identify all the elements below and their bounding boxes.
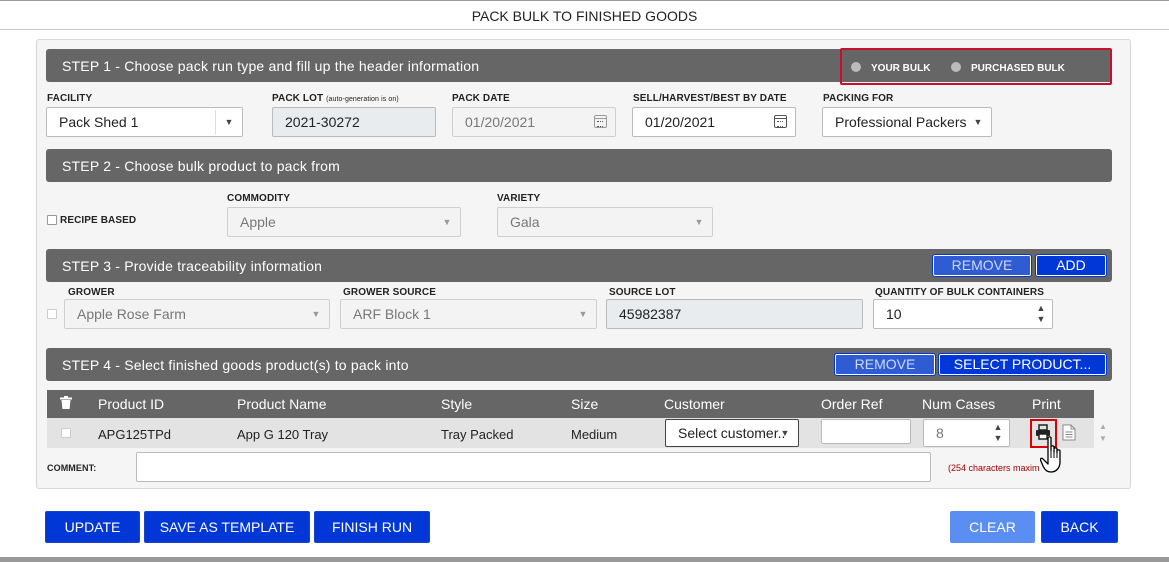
customer-select[interactable]: Select customer.. ▼ [665, 419, 799, 447]
comment-input[interactable] [136, 452, 931, 482]
row-style: Tray Packed [441, 427, 514, 442]
grower-label: GROWER [68, 287, 115, 298]
sell-date-label: SELL/HARVEST/BEST BY DATE [633, 93, 787, 104]
col-print: Print [1032, 396, 1061, 412]
customer-value: Select customer.. [678, 425, 786, 441]
qty-value: 10 [886, 306, 902, 322]
col-customer: Customer [664, 396, 725, 412]
num-cases-input[interactable]: 8 ▲ ▼ [923, 419, 1010, 447]
grower-select: Apple Rose Farm ▼ [64, 299, 330, 329]
save-as-template-button[interactable]: SAVE AS TEMPLATE [144, 511, 310, 543]
recipe-based-label: RECIPE BASED [60, 215, 137, 226]
step2-header: STEP 2 - Choose bulk product to pack fro… [46, 149, 1112, 182]
step4-remove-button[interactable]: REMOVE [834, 353, 936, 376]
products-table-header: Product ID Product Name Style Size Custo… [47, 390, 1094, 418]
facility-value: Pack Shed 1 [59, 114, 139, 130]
col-product-name: Product Name [237, 396, 327, 412]
radio-your-bulk-label: YOUR BULK [871, 63, 931, 74]
pack-date-field: 01/20/2021 [452, 107, 616, 137]
step4-title: STEP 4 - Select finished goods product(s… [62, 357, 409, 373]
chevron-down-icon: ▼ [311, 309, 321, 319]
pack-lot-note: (auto-generation is on) [326, 96, 399, 103]
chevron-down-icon: ▼ [973, 117, 983, 127]
finish-run-button[interactable]: FINISH RUN [314, 511, 430, 543]
pack-date-label: PACK DATE [452, 93, 510, 104]
grower-source-label: GROWER SOURCE [343, 287, 436, 298]
col-num-cases: Num Cases [922, 396, 996, 412]
pack-lot-label: PACK LOT (auto-generation is on) [272, 93, 399, 104]
col-style: Style [441, 396, 473, 412]
pack-lot-value: 2021-30272 [285, 114, 360, 130]
step3-remove-button[interactable]: REMOVE [932, 254, 1032, 277]
order-ref-input[interactable] [821, 419, 911, 444]
bottom-border [0, 557, 1169, 562]
grower-source-select: ARF Block 1 ▼ [340, 299, 597, 329]
title-divider [0, 29, 1169, 30]
chevron-down-icon: ▼ [578, 309, 588, 319]
sell-date-value: 01/20/2021 [645, 114, 716, 130]
page-title: PACK BULK TO FINISHED GOODS [471, 8, 698, 24]
grower-row-checkbox[interactable] [47, 309, 57, 319]
step2-title: STEP 2 - Choose bulk product to pack fro… [62, 158, 340, 174]
calendar-icon [594, 115, 607, 128]
spinner-arrows-icon[interactable]: ▲ ▼ [1036, 303, 1046, 325]
col-product-id: Product ID [98, 396, 165, 412]
row-product-id: APG125TPd [98, 427, 171, 442]
grower-source-value: ARF Block 1 [353, 306, 431, 322]
source-lot-label: SOURCE LOT [609, 287, 676, 298]
packing-for-label: PACKING FOR [823, 93, 894, 104]
pack-lot-label-text: PACK LOT [272, 93, 324, 104]
source-lot-value: 45982387 [619, 306, 682, 322]
radio-your-bulk[interactable]: YOUR BULK [851, 62, 930, 74]
variety-label: VARIETY [497, 193, 541, 204]
pack-lot-field: 2021-30272 [272, 107, 436, 137]
spinner-arrows-icon[interactable]: ▲ ▼ [993, 422, 1003, 444]
clear-button[interactable]: CLEAR [950, 511, 1035, 543]
variety-select: Gala ▼ [497, 207, 713, 237]
row-checkbox[interactable] [61, 428, 71, 438]
calendar-icon[interactable] [774, 115, 787, 128]
step1-title: STEP 1 - Choose pack run type and fill u… [62, 58, 480, 74]
qty-input[interactable]: 10 ▲ ▼ [873, 299, 1053, 329]
row-size: Medium [571, 427, 618, 442]
step3-title: STEP 3 - Provide traceability informatio… [62, 258, 323, 274]
commodity-value: Apple [240, 214, 276, 230]
comment-char-limit: (254 characters maxim [948, 463, 1040, 473]
comment-label: COMMENT: [47, 463, 97, 473]
radio-purchased-bulk-dot[interactable] [951, 62, 961, 72]
commodity-select: Apple ▼ [227, 207, 461, 237]
row-product-name: App G 120 Tray [237, 427, 329, 442]
chevron-down-icon: ▼ [442, 217, 452, 227]
back-button[interactable]: BACK [1041, 511, 1118, 543]
table-scroll-arrows-icon[interactable]: ▲ ▼ [1099, 421, 1107, 445]
chevron-down-icon: ▼ [694, 217, 704, 227]
qty-label: QUANTITY OF BULK CONTAINERS [875, 287, 1044, 298]
recipe-based-checkbox[interactable] [47, 215, 57, 225]
select-product-button[interactable]: SELECT PRODUCT... [938, 353, 1107, 376]
commodity-label: COMMODITY [227, 193, 291, 204]
radio-your-bulk-dot[interactable] [851, 62, 861, 72]
step3-add-button[interactable]: ADD [1035, 254, 1107, 277]
num-cases-value: 8 [936, 425, 944, 441]
chevron-down-icon: ▼ [780, 428, 790, 438]
packing-for-value: Professional Packers [835, 114, 967, 130]
col-size: Size [571, 396, 599, 412]
title-bar: PACK BULK TO FINISHED GOODS [0, 0, 1169, 31]
grower-value: Apple Rose Farm [77, 306, 186, 322]
packing-for-select[interactable]: Professional Packers ▼ [822, 107, 992, 137]
chevron-down-icon: ▼ [224, 117, 234, 127]
update-button[interactable]: UPDATE [45, 511, 140, 543]
pack-date-value: 01/20/2021 [465, 114, 536, 130]
facility-label: FACILITY [47, 93, 93, 104]
facility-select[interactable]: Pack Shed 1 ▼ [46, 107, 243, 137]
source-lot-field: 45982387 [606, 299, 863, 329]
radio-purchased-bulk-label: PURCHASED BULK [971, 63, 1065, 74]
sell-date-field[interactable]: 01/20/2021 [632, 107, 796, 137]
trash-icon[interactable] [60, 396, 72, 412]
col-order-ref: Order Ref [821, 396, 883, 412]
radio-purchased-bulk[interactable]: PURCHASED BULK [951, 62, 1065, 74]
variety-value: Gala [510, 214, 540, 230]
